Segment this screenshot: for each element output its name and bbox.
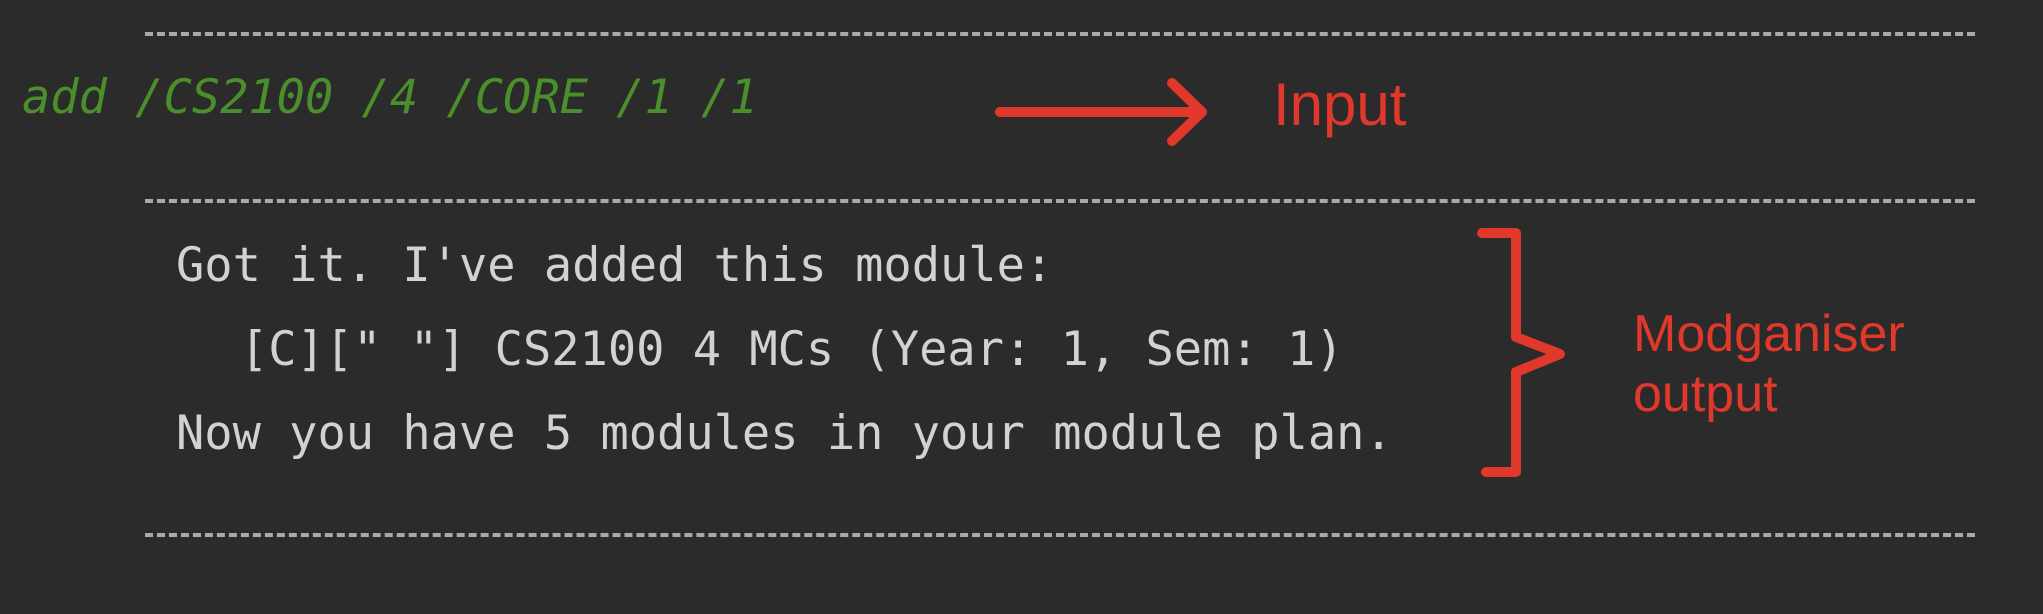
output-annotation-label: Modganiser output [1633,305,1905,423]
arrow-right-icon [995,78,1207,146]
terminal-output-panel: add /CS2100 /4 /CORE /1 /1 Got it. I've … [0,0,2043,614]
curly-brace-icon [1477,228,1565,477]
input-annotation-label: Input [1273,71,1407,138]
